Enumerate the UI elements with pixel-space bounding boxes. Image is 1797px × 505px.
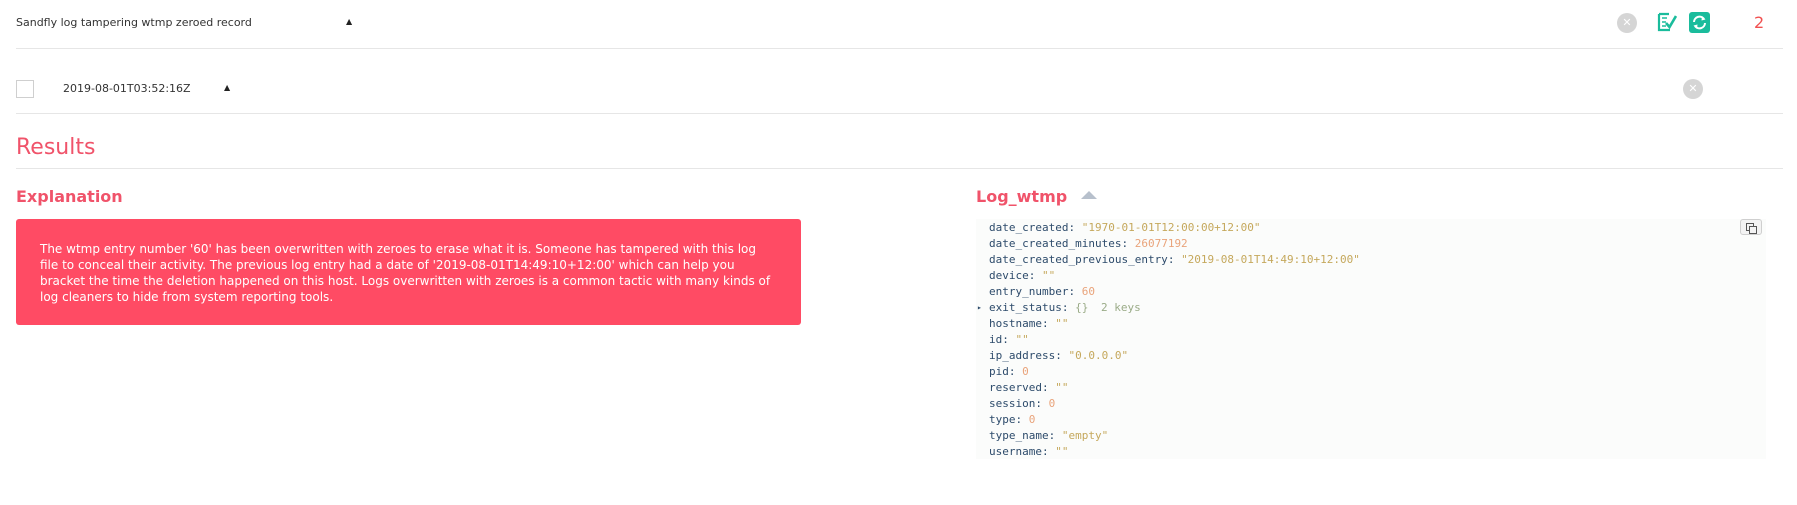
- log-wtmp-heading[interactable]: Log_wtmp: [976, 187, 1098, 206]
- json-field-reserved: reserved: "": [989, 381, 1069, 394]
- json-field-id: id: "": [989, 333, 1029, 346]
- json-value: 0: [1022, 365, 1029, 378]
- collapse-caret-icon[interactable]: ▲: [346, 17, 352, 26]
- json-viewer: date_created: "1970-01-01T12:00:00+12:00…: [976, 219, 1766, 459]
- json-key-count: 2 keys: [1094, 301, 1141, 314]
- json-field-entry-number: entry_number: 60: [989, 285, 1095, 298]
- json-key: id: [989, 333, 1003, 346]
- json-field-ip-address: ip_address: "0.0.0.0": [989, 349, 1129, 362]
- alert-title[interactable]: Sandfly log tampering wtmp zeroed record: [16, 16, 252, 29]
- json-field-username: username: "": [989, 445, 1069, 458]
- close-circle-icon[interactable]: [1617, 13, 1637, 33]
- select-checkbox[interactable]: [16, 80, 34, 98]
- json-value: 0: [1048, 397, 1056, 410]
- explanation-box: The wtmp entry number '60' has been over…: [16, 219, 801, 325]
- json-value: {}: [1075, 301, 1089, 314]
- sync-icon[interactable]: [1689, 12, 1710, 33]
- json-key: type_name: [989, 429, 1049, 442]
- json-key: date_created: [989, 221, 1069, 234]
- log-wtmp-title: Log_wtmp: [976, 187, 1068, 206]
- close-circle-icon[interactable]: [1683, 79, 1703, 99]
- json-value: 0: [1028, 413, 1036, 426]
- json-key: date_created_minutes: [989, 237, 1122, 250]
- json-field-type: type: 0: [989, 413, 1036, 426]
- result-entry-row: 2019-08-01T03:52:16Z ▲: [16, 50, 1783, 114]
- json-key: date_created_previous_entry: [989, 253, 1168, 266]
- json-value: "": [1055, 381, 1069, 394]
- explanation-heading: Explanation: [16, 187, 123, 206]
- json-key: exit_status: [989, 301, 1062, 314]
- json-key: session: [989, 397, 1036, 410]
- json-value: "1970-01-01T12:00:00+12:00": [1081, 221, 1261, 234]
- json-value: "2019-08-01T14:49:10+12:00": [1181, 253, 1360, 266]
- json-value: "": [1055, 445, 1069, 458]
- json-key: device: [989, 269, 1029, 282]
- json-field-date-created-minutes: date_created_minutes: 26077192: [989, 237, 1188, 250]
- json-value: "0.0.0.0": [1068, 349, 1129, 362]
- json-key: username: [989, 445, 1042, 458]
- json-value: "": [1042, 269, 1056, 282]
- json-value: "": [1055, 317, 1069, 330]
- json-key: hostname: [989, 317, 1042, 330]
- copy-icon[interactable]: [1740, 219, 1762, 235]
- alert-header-row: Sandfly log tampering wtmp zeroed record…: [16, 0, 1783, 49]
- alert-count: 2: [1754, 13, 1765, 32]
- json-field-hostname: hostname: "": [989, 317, 1069, 330]
- results-heading: Results: [16, 135, 96, 160]
- json-value: 60: [1081, 285, 1095, 298]
- json-field-device: device: "": [989, 269, 1056, 282]
- json-value: 26077192: [1134, 237, 1188, 250]
- json-key: pid: [989, 365, 1009, 378]
- json-key: type: [989, 413, 1016, 426]
- json-field-pid: pid: 0: [989, 365, 1029, 378]
- json-field-date-created-previous-entry: date_created_previous_entry: "2019-08-01…: [989, 253, 1360, 266]
- json-key: reserved: [989, 381, 1042, 394]
- json-field-type-name: type_name: "empty": [989, 429, 1109, 442]
- json-key: entry_number: [989, 285, 1069, 298]
- json-value: "empty": [1061, 429, 1109, 442]
- expand-arrow-icon[interactable]: ▸: [977, 300, 982, 316]
- checklist-icon[interactable]: [1657, 12, 1678, 33]
- json-field-exit-status[interactable]: ▸ exit_status: {} 2 keys: [977, 300, 1766, 316]
- collapse-caret-icon[interactable]: ▲: [224, 83, 230, 92]
- json-key: ip_address: [989, 349, 1056, 362]
- json-field-session: session: 0: [989, 397, 1056, 410]
- divider: [16, 168, 1783, 169]
- collapse-up-icon[interactable]: [1081, 191, 1098, 199]
- json-value: "": [1015, 333, 1029, 346]
- json-field-date-created: date_created: "1970-01-01T12:00:00+12:00…: [989, 221, 1261, 234]
- entry-date[interactable]: 2019-08-01T03:52:16Z: [63, 82, 191, 95]
